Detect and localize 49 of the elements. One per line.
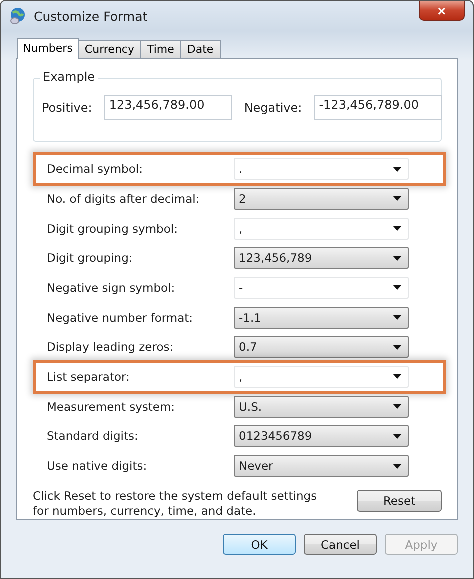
caret-icon <box>393 404 402 410</box>
setting-label: No. of digits after decimal: <box>47 192 201 206</box>
setting-label: Digit grouping: <box>47 251 134 266</box>
caret-icon <box>393 315 402 320</box>
caret-icon <box>393 166 402 172</box>
tab[interactable]: Currency <box>78 40 142 58</box>
dropdown[interactable]: , <box>234 218 409 240</box>
dropdown[interactable]: 0.7 <box>234 336 409 358</box>
caret-icon <box>393 344 402 350</box>
setting-label: Decimal symbol: <box>47 162 144 176</box>
setting-label: Negative number format: <box>47 310 194 325</box>
close-button[interactable]: × <box>419 1 465 21</box>
tab[interactable]: Numbers <box>17 38 79 59</box>
caret-icon <box>393 464 402 468</box>
caret-icon <box>393 285 402 290</box>
setting-label: Use native digits: <box>47 459 148 473</box>
positive-label: Positive: <box>42 100 92 114</box>
setting-label: Negative sign symbol: <box>47 280 176 295</box>
positive-field[interactable]: 123,456,789.00 <box>104 95 232 120</box>
negative-field[interactable]: -123,456,789.00 <box>314 95 442 120</box>
caret-icon <box>393 226 402 231</box>
setting-label: Standard digits: <box>47 429 140 444</box>
caret-icon <box>393 374 402 380</box>
dialog-button[interactable]: OK <box>223 534 296 555</box>
dropdown[interactable]: 0123456789 <box>234 425 409 448</box>
dropdown[interactable]: -1.1 <box>234 306 409 329</box>
dropdown[interactable]: U.S. <box>234 396 409 418</box>
setting-label: Digit grouping symbol: <box>47 222 179 236</box>
reset-note: Click Reset to restore the system default settings for numbers, currency, time, and date. <box>33 489 318 519</box>
tab[interactable]: Time <box>140 40 182 58</box>
group-title: Example <box>40 70 98 84</box>
dialog-button[interactable]: Cancel <box>304 534 377 555</box>
globe-icon <box>9 7 27 25</box>
caret-icon <box>393 196 402 202</box>
dropdown[interactable]: - <box>234 276 409 299</box>
dropdown[interactable]: Never <box>234 455 409 477</box>
dropdown[interactable]: 123,456,789 <box>234 247 409 270</box>
window-title: Customize Format <box>34 8 148 24</box>
dropdown[interactable]: , <box>234 366 409 388</box>
dropdown[interactable]: . <box>234 158 409 180</box>
setting-label: List separator: <box>47 370 131 384</box>
caret-icon <box>393 256 402 261</box>
setting-label: Measurement system: <box>47 400 176 414</box>
caret-icon <box>393 434 402 439</box>
tab[interactable]: Date <box>180 40 221 58</box>
dropdown[interactable]: 2 <box>234 188 409 210</box>
negative-label: Negative: <box>244 100 302 114</box>
setting-label: Display leading zeros: <box>47 340 175 354</box>
reset-button[interactable]: Reset <box>357 490 442 512</box>
